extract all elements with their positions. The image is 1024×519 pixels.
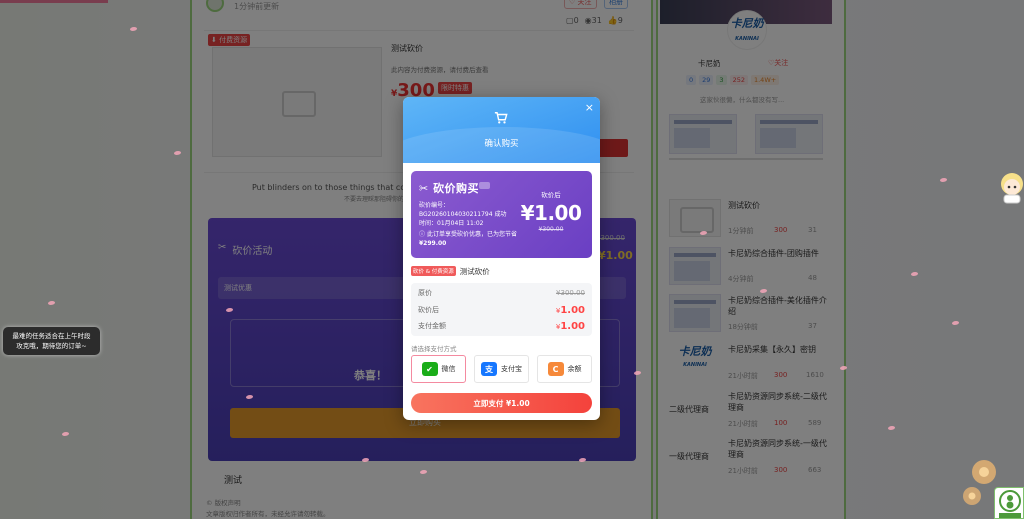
pay-option-balance[interactable]: C 余额 [537,355,592,383]
cart-icon [494,112,508,124]
order-status: 成功 [494,211,507,218]
pay-option-alipay[interactable]: 支 支付宝 [474,355,529,383]
after-price: ¥1.00 [520,201,582,225]
modal-header: 确认购买 × [403,97,600,187]
bargain-info: 砍价编号： BG20260104030211794 成功 时间：01月04日 1… [419,201,529,228]
summary-value: ¥300.00 [556,289,585,297]
bargain-chip [479,182,490,189]
tooltip-line: 攻克哦，期待您的订单~ [16,342,87,350]
order-no-line: 砍价编号： [419,201,529,210]
pay-option-label: 余额 [567,365,582,373]
order-no: BG20260104030211794 [419,211,493,218]
close-icon[interactable]: × [585,101,594,114]
pay-now-button[interactable]: 立即支付 ¥1.00 [411,393,592,413]
bargain-title-text: 砍价购买 [433,182,480,195]
pay-option-label: 支付宝 [501,365,522,373]
scissors-icon: ✂ [419,182,429,195]
alipay-icon: 支 [481,362,497,376]
modal-title: 确认购买 [484,139,519,149]
tooltip-line: 最难的任务适合在上午时段 [12,332,91,340]
product-row: 砍价 & 付费资源 测试砍价 [411,265,490,277]
balance-icon: C [547,362,564,376]
summary-row-after: 砍价后 ¥1.00 [418,302,585,318]
wechat-pay-icon: ✔ [421,362,438,376]
summary-row-original: 原价 ¥300.00 [418,285,585,301]
pay-option-wechat[interactable]: ✔ 微信 [411,355,466,383]
bargain-card: ✂ 砍价购买 砍价编号： BG20260104030211794 成功 时间：0… [411,171,592,258]
price-summary-table: 原价 ¥300.00 砍价后 ¥1.00 支付金额 ¥1.00 [411,283,592,336]
pay-method-options: ✔ 微信 支 支付宝 C 余额 [411,355,592,383]
original-price: ¥300.00 [538,226,564,233]
after-price-label: 砍价后 [541,191,561,199]
order-no-label: 砍价编号： [419,202,450,209]
purchase-modal: 确认购买 × ✂ 砍价购买 砍价编号： BG20260104030211794 … [403,97,600,420]
summary-label: 原价 [418,289,432,297]
summary-label: 砍价后 [418,306,439,314]
product-name: 测试砍价 [459,266,490,276]
amount: 1.00 [560,320,585,332]
amount: 1.00 [560,304,585,316]
assistant-tooltip: 最难的任务适合在上午时段 攻克哦，期待您的订单~ [3,327,100,355]
time-label: 时间： [419,220,438,227]
bargain-note: ⓘ 此订单享受砍价优惠，已为您节省 ¥299.00 [419,230,534,248]
widget-logo-icon [999,490,1021,518]
mascot-character-icon[interactable] [995,170,1024,204]
summary-value: ¥1.00 [556,321,585,332]
info-icon: ⓘ [419,231,426,238]
product-tag: 砍价 & 付费资源 [411,266,456,276]
note-text: 此订单享受砍价优惠，已为您节省 [426,231,517,238]
order-no-value-line: BG20260104030211794 成功 [419,210,529,219]
summary-label: 支付金额 [418,322,446,330]
pay-option-label: 微信 [441,365,456,373]
order-time: 01月04日 11:02 [437,220,484,227]
floating-widget-button[interactable] [994,487,1024,519]
bargain-title: ✂ 砍价购买 [419,180,479,196]
saved-amount: ¥299.00 [419,240,447,247]
order-time-line: 时间：01月04日 11:02 [419,219,529,228]
pay-method-label: 请选择支付方式 [411,345,457,353]
summary-value: ¥1.00 [556,305,585,316]
summary-row-pay: 支付金额 ¥1.00 [418,318,585,334]
bargain-price-block: 砍价后 ¥1.00 ¥300.00 [518,189,584,233]
